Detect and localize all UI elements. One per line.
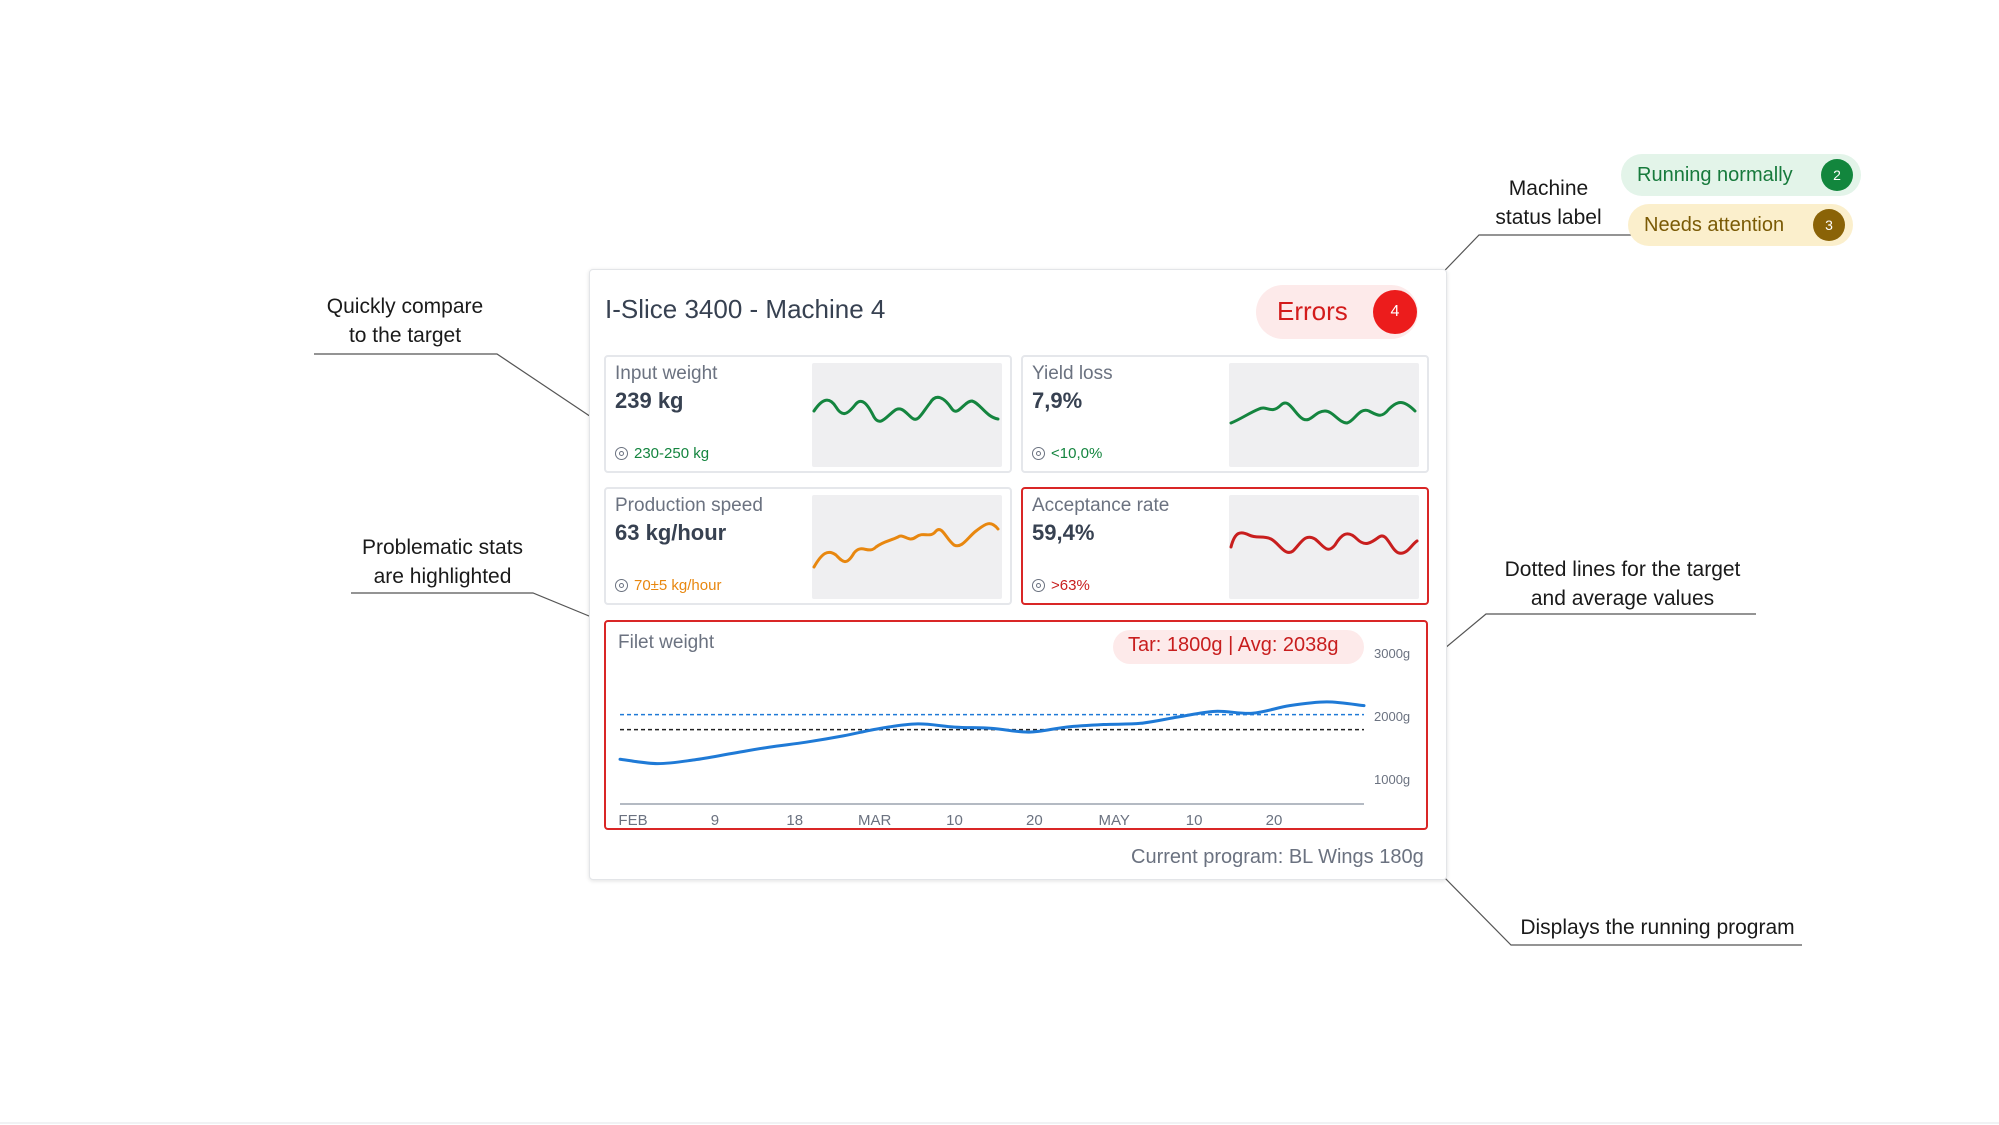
annotation-status-label-text: Machine status label — [1495, 177, 1602, 229]
stat-card-production-speed[interactable]: Production speed 63 kg/hour 70±5 kg/hour — [604, 487, 1012, 605]
running-normally-count: 2 — [1821, 159, 1853, 191]
stat-target: <10,0% — [1032, 445, 1102, 462]
annotation-dotted-text: Dotted lines for the target and average … — [1504, 558, 1741, 610]
sparkline-chart — [812, 363, 1002, 467]
target-icon — [1032, 579, 1045, 592]
stat-card-yield-loss[interactable]: Yield loss 7,9% <10,0% — [1021, 355, 1429, 473]
annotation-problematic: Problematic stats are highlighted — [345, 533, 540, 591]
current-program-label: Current program: BL Wings 180g — [1131, 846, 1424, 868]
annotation-program-text: Displays the running program — [1520, 916, 1795, 939]
x-tick-label: 20 — [1026, 812, 1043, 829]
y-tick-label: 2000g — [1374, 709, 1410, 724]
leader-problematic — [351, 592, 607, 624]
x-tick-label: 10 — [1186, 812, 1203, 829]
filet-weight-series-line — [618, 700, 1366, 766]
y-tick-label: 3000g — [1374, 646, 1410, 661]
page-bottom-divider — [0, 1122, 1999, 1124]
stat-target: 230-250 kg — [615, 445, 709, 462]
stat-target: >63% — [1032, 577, 1090, 594]
sparkline-chart — [1229, 363, 1419, 467]
running-normally-pill: Running normally 2 — [1621, 154, 1861, 196]
stat-target: 70±5 kg/hour — [615, 577, 721, 594]
x-tick-label: 10 — [946, 812, 963, 829]
target-icon — [615, 447, 628, 460]
x-tick-label: MAY — [1099, 812, 1130, 829]
annotation-program: Displays the running program — [1510, 913, 1805, 942]
sparkline-path — [1229, 531, 1419, 555]
needs-attention-label: Needs attention — [1644, 213, 1785, 236]
stat-target-text: 70±5 kg/hour — [634, 577, 722, 594]
target-icon — [1032, 447, 1045, 460]
stat-card-acceptance-rate[interactable]: Acceptance rate 59,4% >63% — [1021, 487, 1429, 605]
annotation-dotted: Dotted lines for the target and average … — [1480, 555, 1765, 613]
needs-attention-pill: Needs attention 3 — [1628, 204, 1853, 246]
stat-label: Yield loss — [1032, 363, 1113, 384]
target-icon — [615, 579, 628, 592]
sparkline-path — [812, 522, 1000, 569]
annotation-status-label: Machine status label — [1471, 174, 1626, 232]
stat-value: 59,4% — [1032, 520, 1095, 545]
errors-count-badge: 4 — [1373, 290, 1417, 334]
errors-status-label: Errors — [1277, 296, 1348, 326]
filet-weight-chart: FEB 9 18 MAR 10 20 MAY 10 20 3000g 2000g 1000g — [618, 646, 1410, 829]
annotation-problematic-text: Problematic stats are highlighted — [361, 536, 524, 588]
sparkline-path — [812, 395, 1000, 423]
annotation-compare-text: Quickly compare to the target — [326, 295, 484, 347]
stat-label: Production speed — [615, 495, 763, 516]
stat-card-input-weight[interactable]: Input weight 239 kg 230-250 kg — [604, 355, 1012, 473]
stat-target-text: <10,0% — [1051, 445, 1103, 462]
stat-value: 7,9% — [1032, 388, 1083, 413]
stat-target-text: >63% — [1051, 577, 1090, 594]
stat-value: 63 kg/hour — [615, 520, 727, 545]
sparkline-chart — [1229, 495, 1419, 599]
leader-compare — [314, 353, 631, 444]
machine-title: I-Slice 3400 - Machine 4 — [605, 294, 886, 324]
stat-value: 239 kg — [615, 388, 684, 413]
sparkline-path — [1229, 401, 1417, 425]
leader-status — [1422, 234, 1635, 294]
stat-target-text: 230-250 kg — [634, 445, 710, 462]
sparkline-chart — [812, 495, 1002, 599]
x-tick-label: MAR — [858, 812, 892, 829]
x-tick-label: FEB — [618, 812, 647, 829]
x-tick-label: 20 — [1266, 812, 1283, 829]
running-normally-label: Running normally — [1637, 163, 1793, 186]
stat-label: Acceptance rate — [1032, 495, 1170, 516]
needs-attention-count: 3 — [1813, 209, 1845, 241]
stat-label: Input weight — [615, 363, 718, 384]
annotation-compare: Quickly compare to the target — [310, 292, 500, 350]
y-tick-label: 1000g — [1374, 772, 1410, 787]
x-tick-label: 18 — [786, 812, 803, 829]
x-tick-label: 9 — [711, 812, 719, 829]
